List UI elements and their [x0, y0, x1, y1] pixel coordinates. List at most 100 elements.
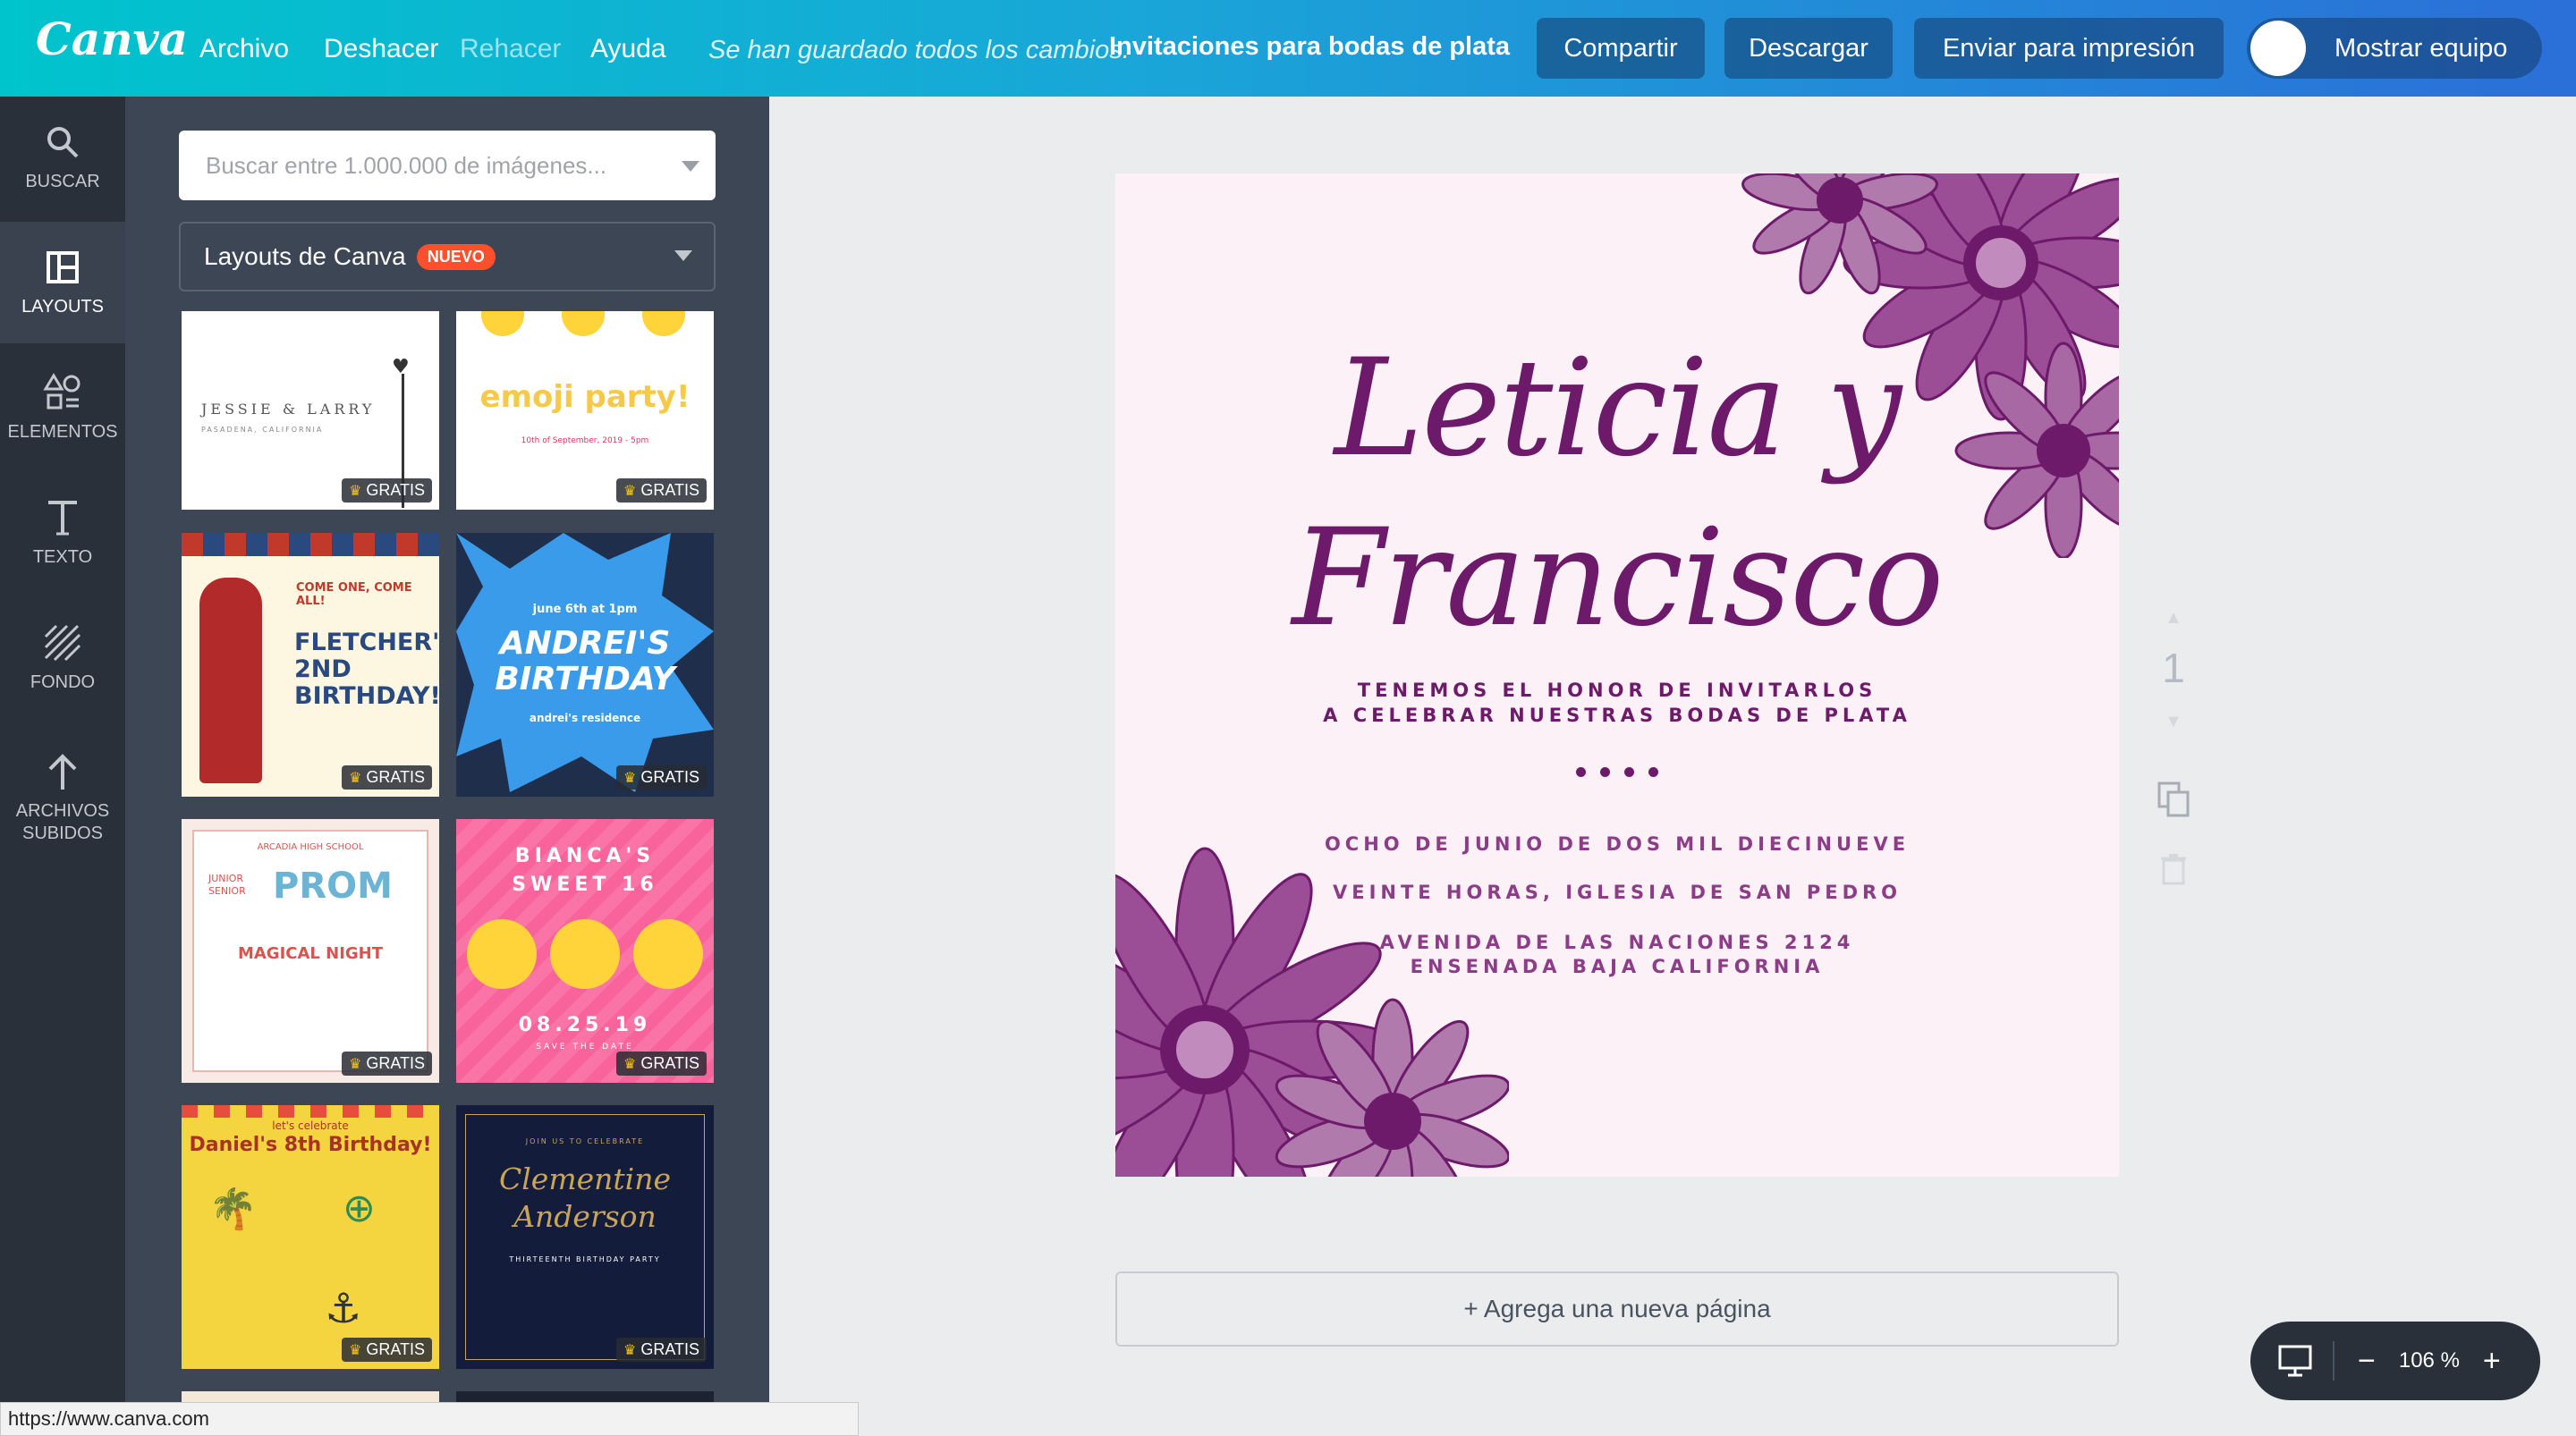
template-card[interactable]: june 6th at 1pm ANDREI'S BIRTHDAY andrei'…: [456, 533, 714, 797]
template-text: emoji party!: [479, 379, 691, 415]
zoom-in-icon[interactable]: +: [2483, 1344, 2501, 1379]
free-badge: ♛ GRATIS: [615, 765, 707, 790]
template-text: BIANCA'S SWEET 16: [512, 845, 658, 896]
text-icon: [45, 498, 80, 537]
share-button[interactable]: Compartir: [1537, 18, 1705, 79]
invitation-text-line[interactable]: A CELEBRAR NUESTRAS BODAS DE PLATA: [1115, 705, 2119, 726]
nav-search[interactable]: BUSCAR: [0, 97, 125, 218]
add-page-button[interactable]: + Agrega una nueva página: [1115, 1271, 2119, 1347]
search-input[interactable]: Buscar entre 1.000.000 de imágenes...: [179, 131, 716, 200]
free-badge: ♛ GRATIS: [615, 478, 707, 503]
search-icon: [45, 122, 80, 162]
present-icon[interactable]: [2277, 1343, 2313, 1379]
crown-icon: ♛: [623, 483, 637, 499]
invitation-time-place[interactable]: VEINTE HORAS, IGLESIA DE SAN PEDRO: [1115, 882, 2119, 903]
layouts-select[interactable]: Layouts de Canva NUEVO: [179, 222, 716, 291]
avatar: [2250, 21, 2306, 76]
heart-icon: ♥: [392, 356, 410, 378]
canva-logo[interactable]: Canva: [36, 13, 188, 65]
crown-icon: ♛: [348, 1342, 362, 1358]
template-text: Clementine Anderson: [498, 1161, 671, 1234]
menu-redo[interactable]: Rehacer: [460, 34, 561, 64]
template-card[interactable]: BIANCA'S SWEET 16 08.25.19 SAVE THE DATE …: [456, 819, 714, 1083]
free-badge: ♛ GRATIS: [615, 1338, 707, 1362]
zoom-out-icon[interactable]: −: [2358, 1344, 2376, 1379]
background-icon: [44, 623, 81, 663]
template-text: JUNIOR SENIOR: [208, 873, 246, 897]
invitation-text-line[interactable]: TENEMOS EL HONOR DE INVITARLOS: [1115, 680, 2119, 701]
top-bar: Canva Archivo Deshacer Rehacer Ayuda Se …: [0, 0, 2576, 97]
template-text: COME ONE, COME ALL!: [296, 581, 412, 608]
anchor-icon: ⚓: [325, 1284, 362, 1332]
menu-file[interactable]: Archivo: [199, 34, 289, 64]
nav-search-label: BUSCAR: [25, 171, 100, 191]
invitation-name-2[interactable]: Francisco: [1115, 501, 2119, 656]
move-up-icon[interactable]: ▲: [2147, 608, 2200, 629]
nav-layouts[interactable]: LAYOUTS: [0, 222, 125, 343]
layouts-select-label: Layouts de Canva: [204, 242, 406, 270]
download-button[interactable]: Descargar: [1724, 18, 1893, 79]
emoji-icon: [633, 919, 703, 989]
crown-icon: ♛: [623, 770, 637, 786]
zoom-level: 106 %: [2398, 1348, 2460, 1373]
template-text: 10th of September, 2019 - 5pm: [521, 436, 649, 445]
template-card[interactable]: emoji party! 10th of September, 2019 - 5…: [456, 311, 714, 510]
free-badge: ♛ GRATIS: [341, 1052, 432, 1076]
crown-icon: ♛: [348, 770, 362, 786]
emoji-icon: [642, 311, 685, 336]
template-card[interactable]: let's celebrate Daniel's 8th Birthday! 🌴…: [182, 1105, 439, 1369]
nav-text[interactable]: TEXTO: [0, 472, 125, 594]
show-team-button[interactable]: Mostrar equipo: [2247, 18, 2542, 79]
template-frame: [465, 1114, 705, 1360]
invitation-address[interactable]: AVENIDA DE LAS NACIONES 2124: [1115, 932, 2119, 953]
copy-page-icon[interactable]: [2147, 780, 2200, 824]
template-text: JESSIE & LARRY: [201, 401, 376, 418]
template-text: MAGICAL NIGHT: [237, 944, 384, 963]
ringmaster-illustration: [199, 578, 262, 783]
template-text: FLETCHER'S2ND BIRTHDAY!: [294, 629, 439, 710]
crown-icon: ♛: [623, 1342, 637, 1358]
emoji-icon: [562, 311, 605, 336]
crown-icon: ♛: [348, 483, 362, 499]
show-team-label: Mostrar equipo: [2334, 33, 2508, 63]
menu-help[interactable]: Ayuda: [590, 34, 666, 64]
template-card[interactable]: COME ONE, COME ALL! FLETCHER'S2ND BIRTHD…: [182, 533, 439, 797]
free-badge: ♛ GRATIS: [341, 765, 432, 790]
elements-icon: [43, 372, 82, 412]
nav-uploads[interactable]: ARCHIVOS SUBIDOS: [0, 731, 125, 866]
template-text: ANDREI'S BIRTHDAY: [495, 625, 675, 697]
layouts-panel: Buscar entre 1.000.000 de imágenes... La…: [125, 97, 769, 1436]
template-text: JOIN US TO CELEBRATE: [525, 1137, 645, 1145]
template-text: PASADENA, CALIFORNIA: [201, 426, 324, 434]
trash-icon[interactable]: [2147, 853, 2200, 890]
print-button[interactable]: Enviar para impresión: [1914, 18, 2224, 79]
design-page[interactable]: Leticia y Francisco TENEMOS EL HONOR DE …: [1115, 173, 2119, 1177]
nav-elements[interactable]: ELEMENTOS: [0, 347, 125, 469]
divider: [2333, 1341, 2334, 1381]
template-card[interactable]: JESSIE & LARRY PASADENA, CALIFORNIA ♥ ♛ G…: [182, 311, 439, 510]
search-placeholder: Buscar entre 1.000.000 de imágenes...: [206, 151, 607, 179]
template-text: SAVE THE DATE: [536, 1043, 634, 1052]
nav-uploads-label-2: SUBIDOS: [21, 824, 104, 843]
invitation-name-1[interactable]: Leticia y: [1115, 331, 2119, 486]
template-text: andrei's residence: [529, 712, 641, 724]
invitation-address[interactable]: ENSENADA BAJA CALIFORNIA: [1115, 956, 2119, 977]
template-card[interactable]: JOIN US TO CELEBRATE Clementine Anderson …: [456, 1105, 714, 1369]
layouts-icon: [46, 248, 80, 287]
dots-divider[interactable]: [1576, 767, 1658, 777]
chevron-down-icon[interactable]: [674, 250, 692, 261]
template-text: ARCADIA HIGH SCHOOL: [257, 842, 364, 852]
invitation-date[interactable]: OCHO DE JUNIO DE DOS MIL DIECINUEVE: [1115, 833, 2119, 855]
move-down-icon[interactable]: ▼: [2147, 712, 2200, 732]
nav-background[interactable]: FONDO: [0, 597, 125, 719]
nav-layouts-label: LAYOUTS: [21, 296, 104, 317]
template-text: 08.25.19: [518, 1014, 652, 1036]
save-status: Se han guardado todos los cambios.: [708, 36, 1130, 64]
nav-elements-label: ELEMENTOS: [7, 421, 118, 442]
chevron-down-icon[interactable]: [682, 161, 699, 172]
menu-undo[interactable]: Deshacer: [324, 34, 438, 64]
template-card[interactable]: ARCADIA HIGH SCHOOL JUNIOR SENIOR PROM M…: [182, 819, 439, 1083]
compass-icon: ⊕: [343, 1186, 376, 1231]
free-badge: ♛ GRATIS: [341, 1338, 432, 1362]
document-title[interactable]: Invitaciones para bodas de plata: [1109, 32, 1510, 62]
